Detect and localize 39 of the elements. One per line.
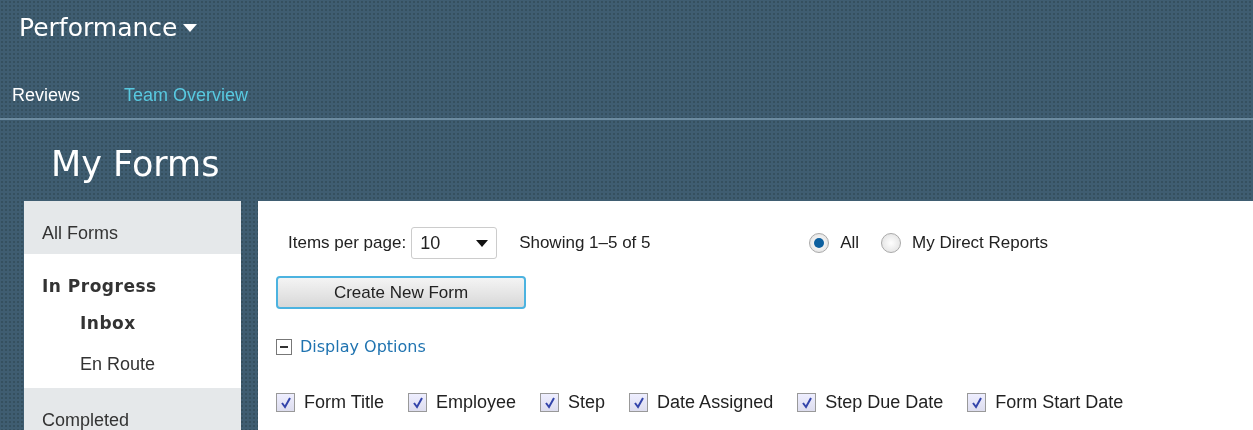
page-title: My Forms	[50, 143, 220, 186]
sidebar-item[interactable]: All Forms	[24, 201, 241, 254]
checkbox-label: Step Due Date	[825, 391, 944, 414]
checkbox-label: Employee	[436, 391, 517, 414]
check-icon	[970, 396, 983, 409]
caret-icon	[183, 24, 198, 32]
checkbox-label: Date Assigned	[657, 391, 774, 414]
checkbox[interactable]	[408, 393, 427, 412]
items-per-page-label: Items per page:	[288, 232, 407, 255]
check-icon	[800, 396, 813, 409]
check-icon	[632, 396, 645, 409]
sidebar-item[interactable]: En Route	[24, 336, 241, 377]
items-per-page-select[interactable]: 10	[411, 227, 498, 259]
checkbox-label: Form Start Date	[995, 391, 1124, 414]
checkbox[interactable]	[797, 393, 817, 412]
create-form-button[interactable]: Create New Form	[276, 276, 526, 309]
checkbox[interactable]	[276, 393, 295, 412]
sidebar-item[interactable]: Completed	[24, 388, 241, 430]
display-options-link[interactable]: Display Options	[300, 335, 426, 359]
radio-button[interactable]	[809, 233, 830, 253]
collapse-toggle[interactable]	[276, 339, 292, 355]
checkbox[interactable]	[540, 393, 560, 412]
radio-label: All	[840, 232, 860, 255]
caret-icon	[476, 239, 489, 247]
radio-label: My Direct Reports	[912, 232, 1049, 255]
checkbox[interactable]	[967, 393, 987, 412]
radio-button[interactable]	[881, 233, 902, 253]
app-title-menu[interactable]: Performance	[0, 0, 198, 50]
checkbox-label: Form Title	[304, 391, 384, 414]
sidebar-item[interactable]: Inbox	[24, 295, 241, 336]
nav-tab[interactable]: Team Overview	[124, 82, 249, 109]
check-icon	[411, 396, 424, 409]
showing-count: Showing 1–5 of 5	[519, 232, 652, 255]
checkbox-label: Step	[568, 391, 606, 414]
checkbox[interactable]	[629, 393, 649, 412]
check-icon	[543, 396, 556, 409]
nav-tab[interactable]: Reviews	[12, 82, 81, 109]
minus-icon	[280, 343, 288, 351]
check-icon	[279, 396, 292, 409]
